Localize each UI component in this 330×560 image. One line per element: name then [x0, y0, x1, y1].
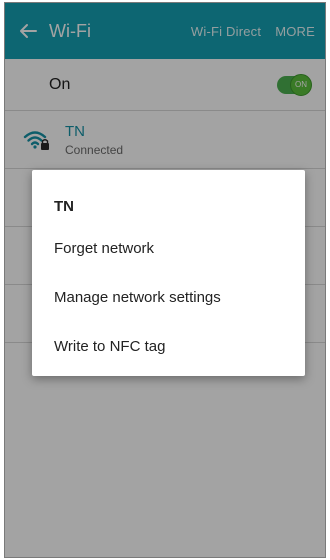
dialog-title: TN [54, 198, 74, 215]
wifi-settings-screen: Wi-Fi Wi-Fi Direct MORE On ON TN Connect… [4, 2, 326, 558]
manage-network-settings-menu-item[interactable]: Manage network settings [54, 289, 221, 306]
write-to-nfc-tag-menu-item[interactable]: Write to NFC tag [54, 338, 165, 355]
forget-network-menu-item[interactable]: Forget network [54, 240, 154, 257]
network-options-dialog: TN Forget network Manage network setting… [32, 170, 305, 376]
